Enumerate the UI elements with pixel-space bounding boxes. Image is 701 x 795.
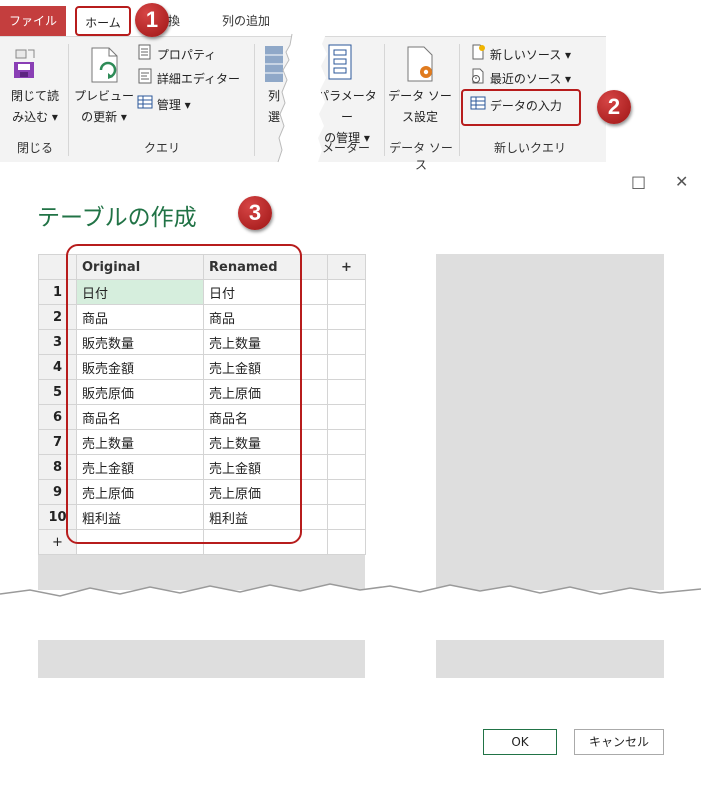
add-column-button[interactable]: + (327, 254, 366, 280)
empty-cell (327, 404, 366, 430)
empty-cell (327, 454, 366, 480)
empty-cell (327, 329, 366, 355)
close-button[interactable]: ✕ (675, 172, 688, 191)
empty-cell (327, 429, 366, 455)
empty-cell (327, 379, 366, 405)
cancel-button[interactable]: キャンセル (574, 729, 664, 755)
step-badge-3: 3 (238, 196, 272, 230)
torn-paper-horizontal (0, 583, 701, 646)
empty-cell (327, 529, 366, 555)
grid-background-lower (38, 640, 365, 678)
empty-cell (327, 304, 366, 330)
step-badge-2: 2 (597, 90, 631, 124)
empty-cell (327, 504, 366, 530)
empty-cell (327, 279, 366, 305)
grid-background-lower-right (436, 640, 664, 678)
ok-button[interactable]: OK (483, 729, 557, 755)
dialog-title: テーブルの作成 (37, 205, 197, 231)
empty-cell (327, 354, 366, 380)
table-highlight (66, 244, 302, 544)
empty-cell (327, 479, 366, 505)
step-badge-1: 1 (135, 3, 169, 37)
maximize-button[interactable]: □ (631, 172, 646, 191)
grid-background-right (436, 254, 664, 590)
